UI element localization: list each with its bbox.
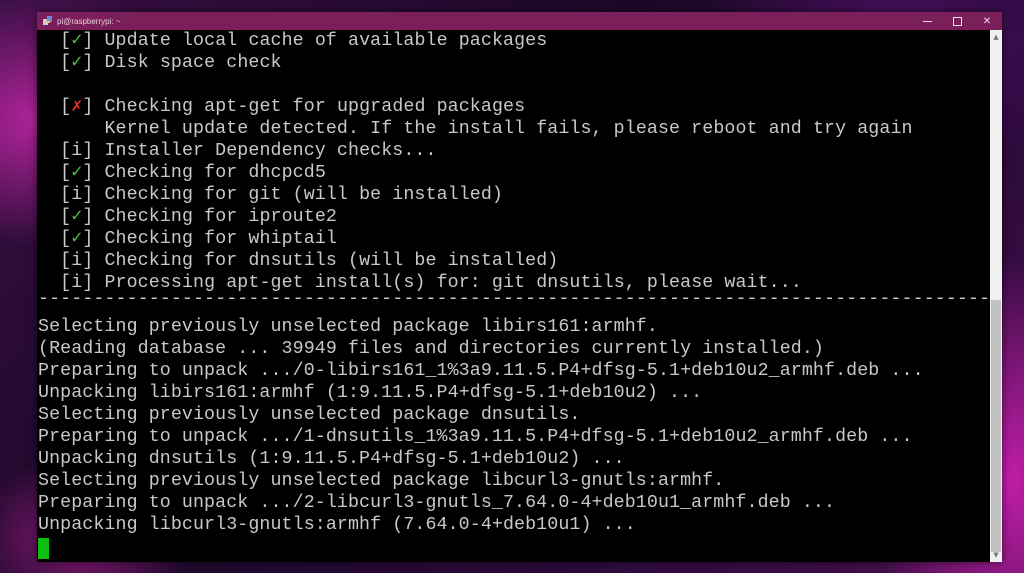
status-text: Disk space check bbox=[104, 53, 282, 73]
maximize-button[interactable] bbox=[942, 12, 972, 30]
check-icon: ✓ bbox=[71, 53, 83, 73]
scrollbar-thumb[interactable] bbox=[991, 300, 1001, 552]
output-line: Unpacking libirs161:armhf (1:9.11.5.P4+d… bbox=[38, 383, 703, 403]
status-text: Checking for git (will be installed) bbox=[104, 185, 503, 205]
status-text: Checking for dhcpcd5 bbox=[104, 163, 326, 183]
window-title: pi@raspberrypi: ~ bbox=[57, 16, 121, 26]
check-icon: ✓ bbox=[71, 229, 83, 249]
scroll-down-button[interactable]: ▼ bbox=[990, 548, 1002, 562]
output-line: Selecting previously unselected package … bbox=[38, 317, 658, 337]
status-line: Kernel update detected. If the install f… bbox=[38, 118, 913, 140]
chevron-up-icon: ▲ bbox=[993, 33, 999, 41]
output-line: (Reading database ... 39949 files and di… bbox=[38, 339, 825, 359]
window-controls: ✕ bbox=[912, 12, 1002, 30]
terminal-cursor bbox=[38, 538, 49, 559]
output-line: Preparing to unpack .../0-libirs161_1%3a… bbox=[38, 361, 924, 381]
check-icon: ✓ bbox=[71, 31, 83, 51]
status-line: [✓] Disk space check bbox=[38, 53, 282, 73]
title-bar[interactable]: pi@raspberrypi: ~ ✕ bbox=[37, 12, 1002, 30]
separator-line: ----------------------------------------… bbox=[38, 289, 990, 309]
putty-app-icon[interactable] bbox=[43, 16, 53, 26]
output-line: Unpacking dnsutils (1:9.11.5.P4+dfsg-5.1… bbox=[38, 449, 625, 469]
status-line: [✓] Checking for whiptail bbox=[38, 229, 337, 249]
check-icon: ✓ bbox=[71, 163, 83, 183]
info-icon: i bbox=[71, 185, 83, 205]
close-button[interactable]: ✕ bbox=[972, 12, 1002, 30]
status-line: [✗] Checking apt-get for upgraded packag… bbox=[38, 97, 526, 117]
info-icon: i bbox=[71, 251, 83, 271]
vertical-scrollbar[interactable]: ▲ ▼ bbox=[990, 30, 1002, 562]
status-text: Checking for iproute2 bbox=[104, 207, 337, 227]
output-line: Preparing to unpack .../1-dnsutils_1%3a9… bbox=[38, 427, 913, 447]
terminal-output[interactable]: [✓] Update local cache of available pack… bbox=[37, 30, 990, 562]
status-line: [i] Checking for git (will be installed) bbox=[38, 185, 503, 205]
status-text: Checking for dnsutils (will be installed… bbox=[104, 251, 559, 271]
output-line: Unpacking libcurl3-gnutls:armhf (7.64.0-… bbox=[38, 515, 636, 535]
close-icon: ✕ bbox=[982, 15, 992, 27]
minimize-button[interactable] bbox=[912, 12, 942, 30]
minimize-icon bbox=[922, 20, 932, 22]
check-icon: ✓ bbox=[71, 207, 83, 227]
status-text: Update local cache of available packages bbox=[104, 31, 548, 51]
maximize-icon bbox=[952, 16, 962, 26]
status-line: [✓] Checking for iproute2 bbox=[38, 207, 337, 227]
status-line: [i] Installer Dependency checks... bbox=[38, 141, 437, 161]
status-line: [✓] Checking for dhcpcd5 bbox=[38, 163, 326, 183]
output-line: Selecting previously unselected package … bbox=[38, 471, 725, 491]
cross-icon: ✗ bbox=[71, 97, 83, 117]
status-text: Kernel update detected. If the install f… bbox=[104, 119, 913, 139]
terminal-window: pi@raspberrypi: ~ ✕ [✓] Update local cac… bbox=[37, 12, 1002, 562]
status-text: Checking apt-get for upgraded packages bbox=[104, 97, 526, 117]
scroll-up-button[interactable]: ▲ bbox=[990, 30, 1002, 44]
output-line: Selecting previously unselected package … bbox=[38, 405, 581, 425]
status-line: [✓] Update local cache of available pack… bbox=[38, 31, 548, 51]
status-line: [i] Checking for dnsutils (will be insta… bbox=[38, 251, 559, 271]
info-icon: i bbox=[71, 141, 83, 161]
output-line: Preparing to unpack .../2-libcurl3-gnutl… bbox=[38, 493, 836, 513]
status-text: Installer Dependency checks... bbox=[104, 141, 437, 161]
chevron-down-icon: ▼ bbox=[993, 551, 999, 559]
status-text: Checking for whiptail bbox=[104, 229, 337, 249]
